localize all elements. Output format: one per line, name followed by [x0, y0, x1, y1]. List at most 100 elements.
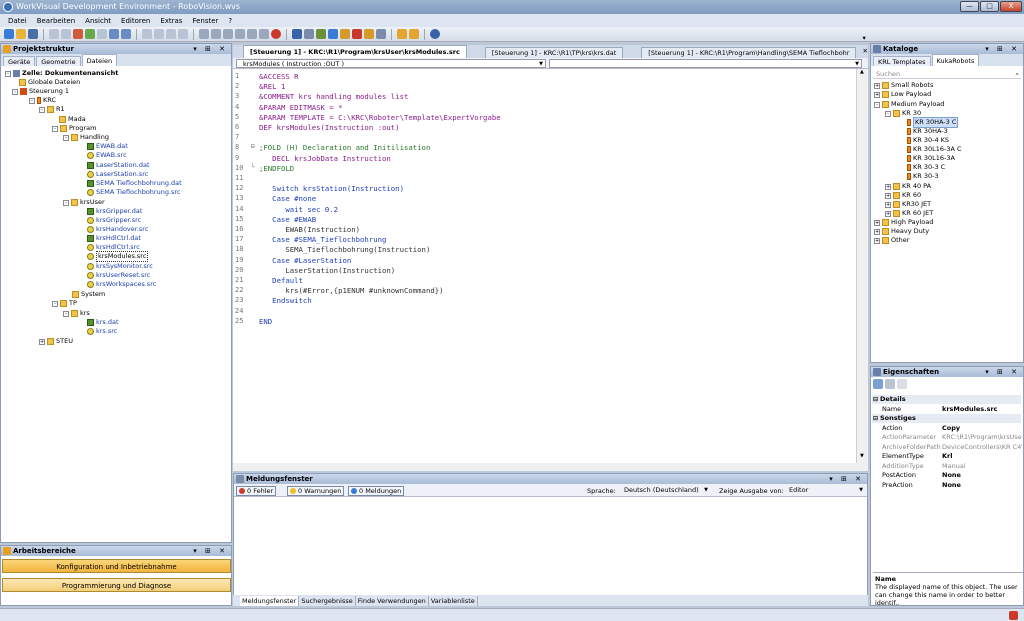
catalog-node[interactable]: + High Payload [874, 218, 933, 227]
catalog-node[interactable]: + Low Payload [874, 90, 931, 99]
tree-node-handling[interactable]: - Handling [63, 133, 109, 142]
settings-icon[interactable] [376, 29, 386, 39]
tree-file[interactable]: SEMA Tieflochbohrung.dat [87, 179, 182, 188]
code-line[interactable]: EWAB(Instruction) [259, 225, 360, 234]
paste-disabled-icon[interactable] [166, 29, 176, 39]
code-line[interactable]: Switch krsStation(Instruction) [259, 184, 404, 193]
tree-file[interactable]: krsSysMonitor.src [87, 262, 153, 271]
chart-icon[interactable] [352, 29, 362, 39]
delete-disabled-icon[interactable] [178, 29, 188, 39]
code-line[interactable]: ;ENDFOLD [259, 164, 294, 173]
code-line[interactable]: &REL 1 [259, 82, 285, 91]
config-icon[interactable] [316, 29, 326, 39]
tree-node-krc[interactable]: - KRC [29, 96, 56, 105]
tree-node-krs[interactable]: - krs [63, 309, 90, 318]
menu-datei[interactable]: Datei [3, 17, 32, 25]
record-icon[interactable] [271, 29, 281, 39]
code-line[interactable]: Default [259, 276, 303, 285]
compare-icon[interactable] [340, 29, 350, 39]
tab-krl-templates[interactable]: KRL Templates [873, 56, 931, 66]
property-pages-icon[interactable] [897, 379, 907, 389]
tree-node-controller[interactable]: - Steuerung 1 [12, 87, 69, 96]
tree-node-tp[interactable]: - TP [52, 299, 77, 308]
catalog-icon[interactable] [397, 29, 407, 39]
tree-file[interactable]: krsUserReset.src [87, 271, 150, 280]
catalog-node[interactable]: - Medium Payload [874, 100, 944, 109]
catalog-robot[interactable]: KR 30L16-3A C [907, 145, 962, 154]
editor-vertical-scrollbar[interactable]: ▲ ▼ [856, 69, 868, 463]
catalog-robot[interactable]: KR 30-3 [907, 172, 939, 181]
tree-node-system[interactable]: System [72, 290, 105, 299]
code-editor[interactable]: 1 &ACCESS R 2 &REL 1 3 &COMMENT krs handling … [233, 69, 856, 463]
code-line[interactable]: Endswitch [259, 296, 312, 305]
deploy-icon[interactable] [328, 29, 338, 39]
tab-meldungsfenster[interactable]: Meldungsfenster [240, 595, 300, 606]
code-line[interactable]: ;FOLD (H) Declaration and Initilisation [259, 143, 430, 152]
stop-icon[interactable] [235, 29, 245, 39]
property-category[interactable]: Details ⊟ [872, 395, 1021, 404]
save-icon[interactable] [28, 29, 38, 39]
code-line[interactable]: Case #none [259, 194, 316, 203]
code-line[interactable]: DEF krsModules(Instruction :out) [259, 123, 400, 132]
undo-icon[interactable] [109, 29, 119, 39]
code-line[interactable]: Case #SEMA_Tieflochbohrung [259, 235, 386, 244]
scroll-down-icon[interactable]: ▼ [860, 453, 864, 459]
property-row[interactable]: ArchiveFolderPath DeviceControllers\KR C4… [872, 443, 1022, 452]
catalog-node[interactable]: + KR 60 [885, 191, 921, 200]
code-line[interactable]: &PARAM EDITMASK = * [259, 103, 342, 112]
catalog-node[interactable]: + KR 40 PA [885, 182, 931, 191]
tree-node-r1[interactable]: - R1 [39, 105, 65, 114]
tree-node-steu[interactable]: + STEU [39, 337, 73, 346]
add-icon[interactable] [85, 29, 95, 39]
tree-file[interactable]: krsWorkspaces.src [87, 280, 156, 289]
menu-extras[interactable]: Extras [155, 17, 187, 25]
tree-file-selected[interactable]: krsModules.src [87, 251, 149, 262]
code-line[interactable]: Case #EWAB [259, 215, 316, 224]
code-line[interactable]: LaserStation(Instruction) [259, 266, 395, 275]
properties-icon[interactable] [97, 29, 107, 39]
catalog-robot[interactable]: KR 30HA-3 [907, 127, 948, 136]
property-category[interactable]: Sonstiges ⊟ [872, 414, 1021, 423]
tree-node-globals[interactable]: Globale Dateien [19, 78, 80, 87]
catalog-node[interactable]: + KR 60 JET [885, 209, 933, 218]
code-line[interactable]: SEMA_Tieflochbohrung(Instruction) [259, 245, 430, 254]
editor-tab-krsdat[interactable]: [Steuerung 1] - KRC:\R1\TP\krs\krs.dat [484, 47, 624, 58]
tab-dateien[interactable]: Dateien [81, 54, 118, 66]
tree-file[interactable]: LaserStation.dat [87, 161, 150, 170]
search-icon[interactable]: ⌕ [1015, 69, 1019, 79]
code-line[interactable]: Case #LaserStation [259, 256, 351, 265]
catalog-robot[interactable]: KR 30-4 KS [907, 136, 949, 145]
open-icon[interactable] [16, 29, 26, 39]
workspace-configuration[interactable]: Konfiguration und Inbetriebnahme [2, 559, 231, 573]
tree-node-cell[interactable]: - Zelle: Dokumentenansicht [5, 69, 118, 78]
catalog-node[interactable]: + Heavy Duty [874, 227, 929, 236]
panel-controls[interactable]: ▾ ⊞ ✕ [193, 44, 228, 54]
catalog-robot[interactable]: KR 30L16-3A [907, 154, 955, 163]
property-row[interactable]: ElementType Krl [872, 452, 1021, 461]
categorized-icon[interactable] [873, 379, 883, 389]
menu-fenster[interactable]: Fenster [187, 17, 223, 25]
editor-tab-controls[interactable]: ▾ ✕ [862, 32, 868, 58]
tree-file[interactable]: krs.dat [87, 318, 119, 327]
code-line[interactable]: wait sec 0.2 [259, 205, 338, 214]
warnings-filter-button[interactable]: 0 Warnungen [287, 486, 345, 496]
catalog-node[interactable]: + Small Robots [874, 81, 933, 90]
redo-icon[interactable] [121, 29, 131, 39]
property-row[interactable]: PreAction None [872, 481, 1021, 490]
cut-icon[interactable] [49, 29, 59, 39]
tree-file[interactable]: krsGripper.src [87, 216, 141, 225]
function-combo[interactable]: krsModules ( Instruction :OUT ) ▼ [236, 59, 546, 68]
tree-node-krsuser[interactable]: - krsUser [63, 198, 105, 207]
help-icon[interactable] [430, 29, 440, 39]
property-row[interactable]: PostAction None [872, 471, 1021, 480]
delete-icon[interactable] [73, 29, 83, 39]
menu-help[interactable]: ? [223, 17, 237, 25]
maximize-button[interactable]: □ [980, 1, 999, 12]
fold-marker-icon[interactable]: ⊟ [251, 143, 255, 150]
step-icon[interactable] [247, 29, 257, 39]
close-button[interactable]: X [1000, 1, 1022, 12]
catalog-node[interactable]: + KR30 JET [885, 200, 931, 209]
errors-filter-button[interactable]: 0 Fehler [236, 486, 277, 496]
code-line[interactable]: &COMMENT krs handling modules list [259, 92, 408, 101]
code-line[interactable]: krs(#Error,{p1ENUM #unknownCommand}) [259, 286, 443, 295]
